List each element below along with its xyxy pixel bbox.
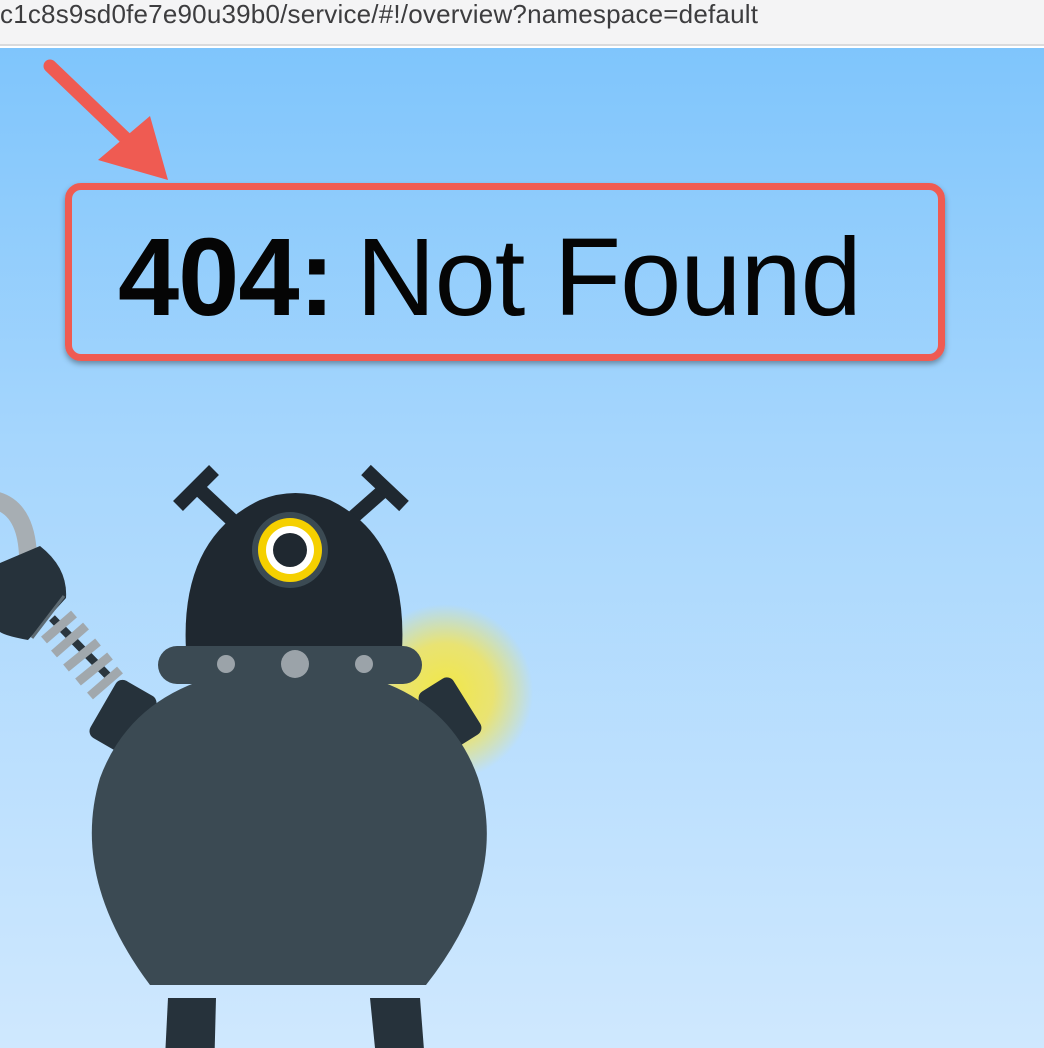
robot-illustration — [0, 464, 533, 1048]
error-page: 404: Not Found — [0, 48, 1044, 1048]
error-message: Not Found — [356, 216, 862, 339]
annotation-arrow-icon — [43, 59, 168, 180]
robot-right-leg — [370, 998, 424, 1048]
robot-left-leg — [165, 998, 216, 1048]
robot-body — [91, 666, 487, 985]
url-text[interactable]: c1c8s9sd0fe7e90u39b0/service/#!/overview… — [0, 0, 758, 30]
error-code: 404: — [118, 216, 335, 339]
error-heading: 404: Not Found — [118, 216, 862, 339]
address-bar[interactable]: c1c8s9sd0fe7e90u39b0/service/#!/overview… — [0, 0, 1044, 46]
